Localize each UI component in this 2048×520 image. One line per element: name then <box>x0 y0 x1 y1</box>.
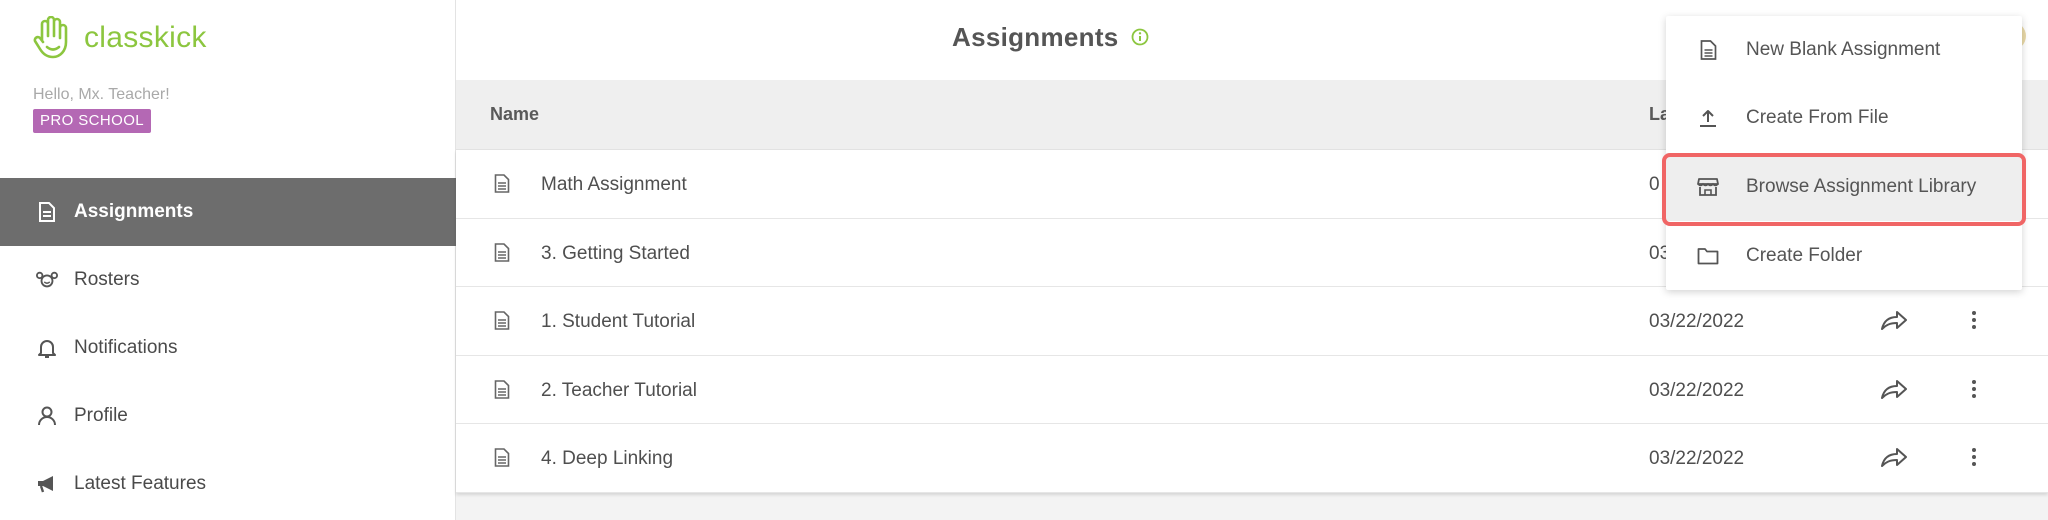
bell-icon <box>36 337 58 359</box>
sidebar-item-label: Profile <box>74 405 128 426</box>
roster-icon <box>36 269 58 291</box>
document-icon <box>494 311 510 335</box>
assignment-date: 0 <box>1649 174 1660 195</box>
store-icon <box>1696 175 1720 199</box>
hand-logo-icon <box>33 16 68 59</box>
person-icon <box>36 405 58 427</box>
table-row[interactable]: 1. Student Tutorial 03/22/2022 <box>456 287 2048 356</box>
menu-item-label: Create Folder <box>1746 245 1863 266</box>
classkick-logo[interactable]: classkick <box>32 16 207 60</box>
share-icon[interactable] <box>1880 446 1908 473</box>
share-icon[interactable] <box>1880 378 1908 405</box>
document-icon <box>36 201 58 223</box>
logo-text: classkick <box>84 21 207 54</box>
assignment-date: 03/22/2022 <box>1649 379 1745 401</box>
more-options-icon[interactable] <box>1970 378 1978 405</box>
plan-badge: PRO SCHOOL <box>33 109 152 133</box>
sidebar-item-label: Assignments <box>74 201 194 222</box>
assignment-name[interactable]: 1. Student Tutorial <box>541 311 695 333</box>
assignment-date: 03/22/2022 <box>1649 448 1745 470</box>
greeting-text: Hello, Mx. Teacher! <box>33 86 170 103</box>
column-name-header[interactable]: Name <box>490 104 539 125</box>
assignment-name[interactable]: 3. Getting Started <box>541 243 690 265</box>
new-assignment-menu: New Blank Assignment Create From File Br… <box>1666 16 2022 290</box>
document-icon <box>494 379 510 404</box>
sidebar-item-label: Rosters <box>74 269 140 290</box>
megaphone-icon <box>36 473 58 495</box>
document-icon <box>494 448 510 472</box>
table-row[interactable]: 4. Deep Linking 03/22/2022 <box>456 424 2048 493</box>
assignment-date: 03/22/2022 <box>1649 311 1745 333</box>
assignment-name[interactable]: 4. Deep Linking <box>541 448 673 470</box>
document-icon <box>1696 38 1720 62</box>
sidebar-item-notifications[interactable]: Notifications <box>0 314 456 382</box>
sidebar-item-label: Notifications <box>74 337 178 358</box>
assignment-name[interactable]: 2. Teacher Tutorial <box>541 380 697 402</box>
more-options-icon[interactable] <box>1970 446 1978 473</box>
menu-item-new-blank-assignment[interactable]: New Blank Assignment <box>1666 16 2022 84</box>
sidebar-item-profile[interactable]: Profile <box>0 382 456 450</box>
assignment-name[interactable]: Math Assignment <box>541 174 687 196</box>
page-title: Assignments <box>952 22 1119 52</box>
sidebar-nav: Assignments Rosters Notifications Profil… <box>0 178 456 518</box>
menu-item-label: New Blank Assignment <box>1746 39 1941 60</box>
document-icon <box>494 242 510 267</box>
share-icon[interactable] <box>1880 309 1908 336</box>
sidebar: classkick Hello, Mx. Teacher! PRO SCHOOL… <box>0 0 456 520</box>
sidebar-item-assignments[interactable]: Assignments <box>0 178 456 246</box>
menu-item-browse-assignment-library[interactable]: Browse Assignment Library <box>1666 153 2022 221</box>
upload-icon <box>1696 106 1720 130</box>
more-options-icon[interactable] <box>1970 309 1978 336</box>
menu-item-create-from-file[interactable]: Create From File <box>1666 84 2022 152</box>
page-title-group: Assignments <box>952 22 1149 53</box>
sidebar-item-label: Latest Features <box>74 473 207 494</box>
sidebar-item-rosters[interactable]: Rosters <box>0 246 456 314</box>
sidebar-item-latest-features[interactable]: Latest Features <box>0 450 456 518</box>
info-icon[interactable] <box>1131 22 1149 53</box>
table-row[interactable]: 2. Teacher Tutorial 03/22/2022 <box>456 356 2048 425</box>
folder-icon <box>1696 244 1720 268</box>
document-icon <box>494 174 510 198</box>
menu-item-create-folder[interactable]: Create Folder <box>1666 222 2022 290</box>
menu-item-label: Create From File <box>1746 107 1889 128</box>
menu-item-label: Browse Assignment Library <box>1746 176 1977 197</box>
